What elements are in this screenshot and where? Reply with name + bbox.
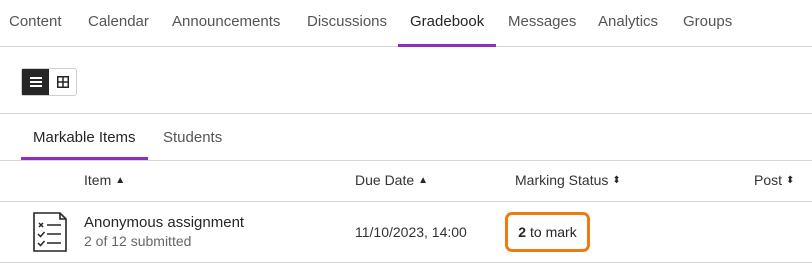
subtab-students[interactable]: Students (163, 120, 222, 160)
column-header-marking-status-label: Marking Status (515, 172, 609, 188)
marking-status-button[interactable]: 2 to mark (505, 212, 590, 252)
assignment-checklist-icon (33, 212, 67, 252)
list-view-icon (29, 77, 42, 87)
sort-ascending-icon: ▲ (115, 174, 126, 186)
to-mark-label: to mark (530, 224, 577, 240)
course-navigation: Content Calendar Announcements Discussio… (0, 0, 812, 47)
sort-both-icon: ⬍ (786, 174, 795, 186)
sort-both-icon: ⬍ (612, 174, 621, 186)
tab-calendar[interactable]: Calendar (88, 0, 149, 46)
grid-view-icon (56, 76, 69, 88)
view-toggle (21, 68, 77, 96)
section-divider (0, 113, 812, 114)
due-date: 11/10/2023, 14:00 (355, 224, 467, 240)
item-title[interactable]: Anonymous assignment (84, 214, 244, 231)
tab-gradebook[interactable]: Gradebook (397, 0, 497, 47)
tab-analytics[interactable]: Analytics (598, 0, 658, 46)
list-view-button[interactable] (22, 69, 49, 95)
column-header-item-label: Item (84, 172, 112, 188)
column-header-due-date[interactable]: Due Date ▲ (355, 172, 428, 188)
column-header-due-date-label: Due Date (355, 172, 415, 188)
subtab-divider (0, 160, 812, 161)
tab-discussions[interactable]: Discussions (307, 0, 387, 46)
tab-announcements[interactable]: Announcements (172, 0, 280, 46)
grid-view-button[interactable] (49, 69, 76, 95)
row-divider (0, 262, 812, 263)
tab-content[interactable]: Content (9, 0, 62, 46)
column-header-post[interactable]: Post ⬍ (754, 172, 794, 188)
to-mark-count: 2 (518, 224, 527, 240)
subtab-markable-items[interactable]: Markable Items (21, 120, 148, 160)
column-header-marking-status[interactable]: Marking Status ⬍ (515, 172, 621, 188)
submission-count: 2 of 12 submitted (84, 233, 192, 249)
column-header-item[interactable]: Item ▲ (84, 172, 125, 188)
table-header-divider (0, 201, 812, 202)
tab-messages[interactable]: Messages (508, 0, 576, 46)
tab-groups[interactable]: Groups (683, 0, 732, 46)
column-header-post-label: Post (754, 172, 783, 188)
sort-both-icon: ▲ (418, 174, 429, 186)
